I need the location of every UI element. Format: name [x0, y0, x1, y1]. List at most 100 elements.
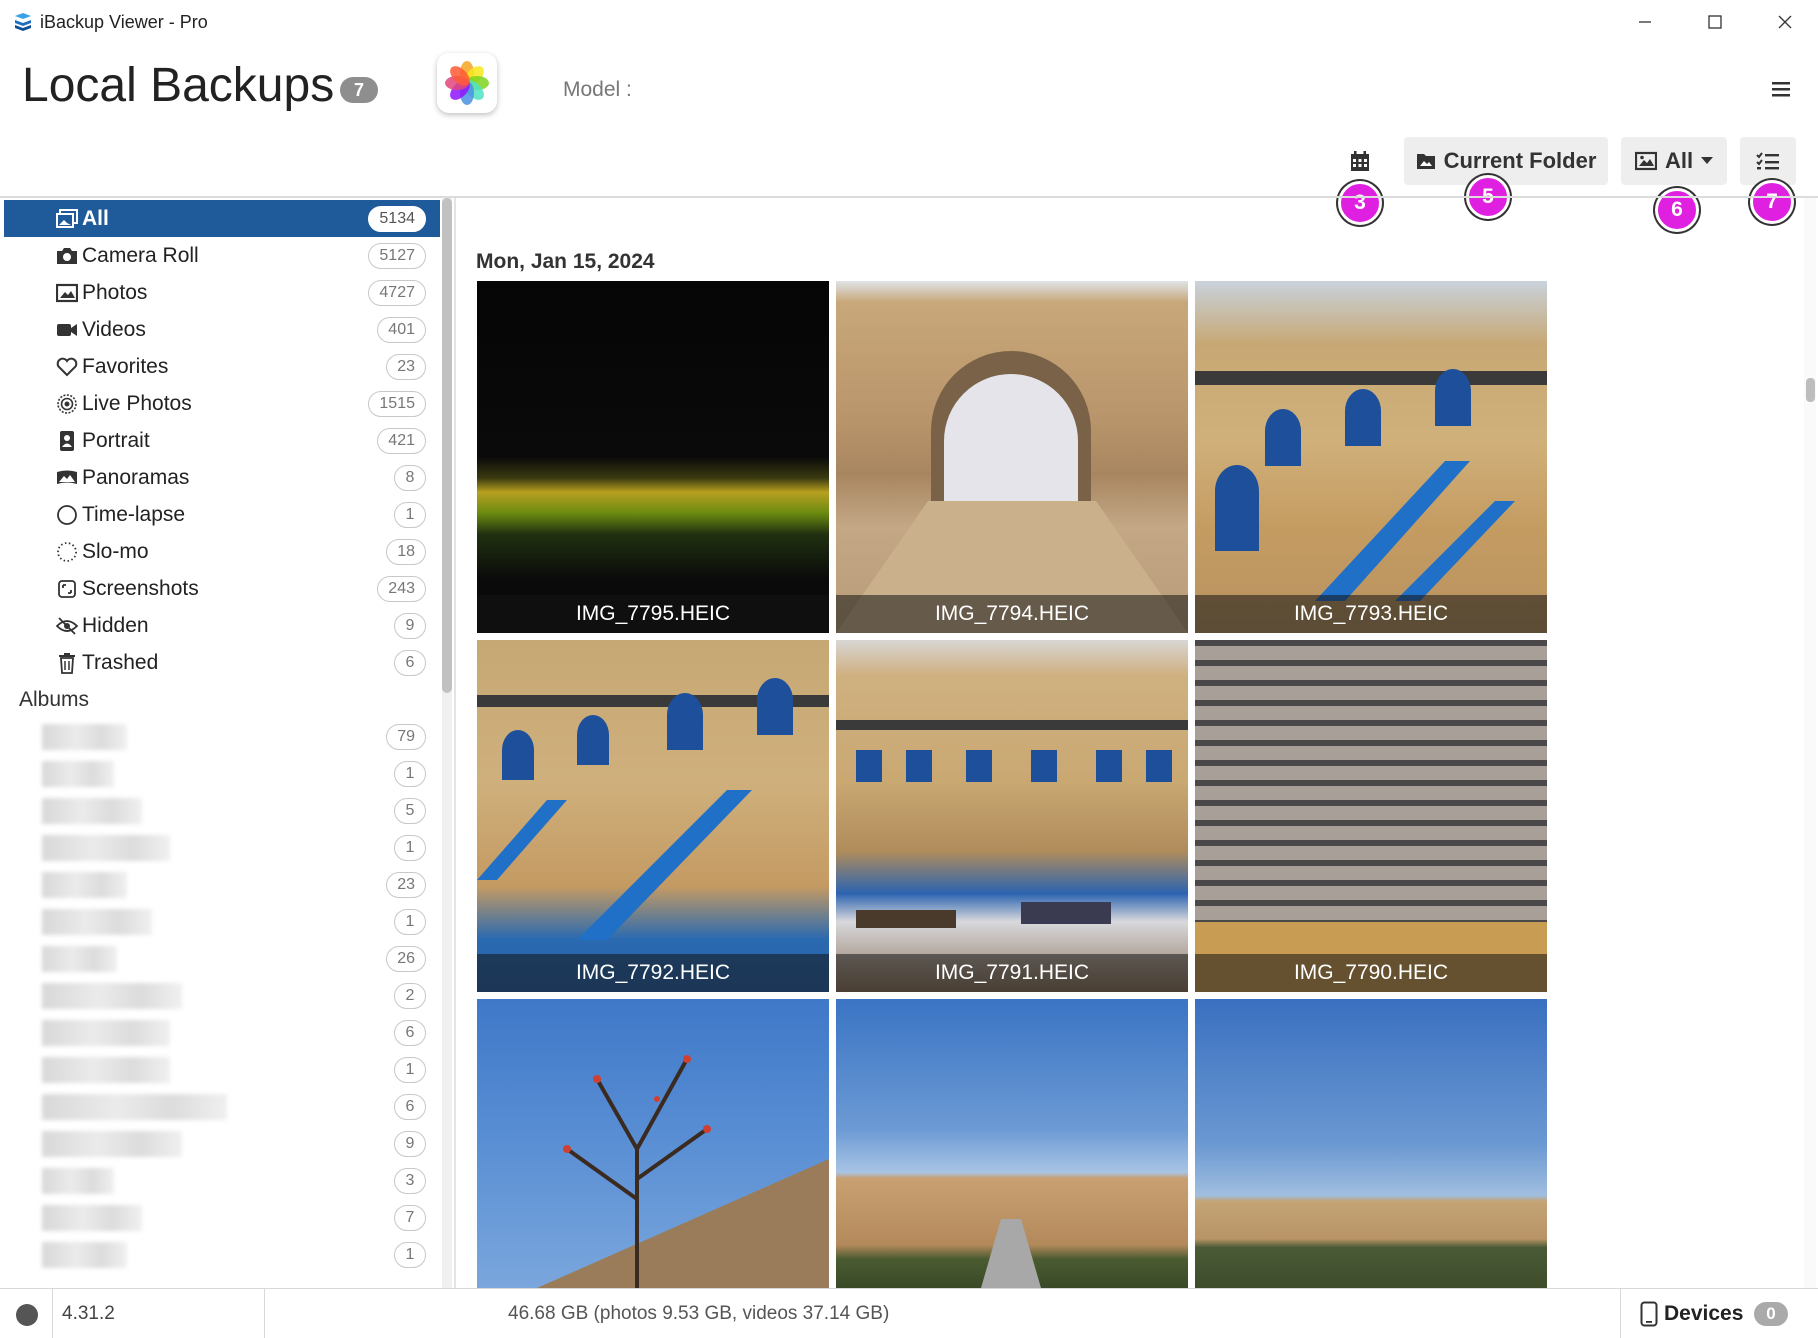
- main-scrollbar-thumb[interactable]: [1806, 378, 1815, 402]
- sidebar-item-time-lapse[interactable]: Time-lapse 1: [4, 496, 440, 533]
- photo-thumbnail[interactable]: [477, 999, 829, 1288]
- minimize-button[interactable]: [1610, 0, 1680, 44]
- devices-count-badge: 0: [1754, 1302, 1788, 1326]
- caret-down-icon: [1701, 157, 1714, 164]
- main-scrollbar-track[interactable]: [1804, 198, 1816, 1288]
- album-item[interactable]: 9: [4, 1125, 440, 1162]
- sidebar-item-label: Favorites: [82, 355, 169, 378]
- heart-icon: [56, 356, 78, 378]
- sidebar-item-screenshots[interactable]: Screenshots 243: [4, 570, 440, 607]
- sidebar-item-hidden[interactable]: Hidden 9: [4, 607, 440, 644]
- timelapse-icon: [56, 504, 78, 526]
- sidebar-item-favorites[interactable]: Favorites 23: [4, 348, 440, 385]
- album-item[interactable]: 1: [4, 829, 440, 866]
- photo-thumbnail[interactable]: IMG_7795.HEIC: [477, 281, 829, 633]
- storage-summary: 46.68 GB (photos 9.53 GB, videos 37.14 G…: [508, 1303, 890, 1324]
- photo-thumbnail[interactable]: IMG_7790.HEIC: [1195, 640, 1547, 992]
- portrait-icon: [56, 430, 78, 452]
- archway-photo-graphic: [836, 351, 1188, 633]
- photos-app-icon[interactable]: [437, 53, 497, 113]
- album-item[interactable]: 26: [4, 940, 440, 977]
- photos-flower-icon: [445, 61, 489, 105]
- album-item[interactable]: 3: [4, 1162, 440, 1199]
- count-badge: 9: [394, 1131, 426, 1157]
- photo-thumbnail[interactable]: [1195, 999, 1547, 1288]
- window-title: iBackup Viewer - Pro: [40, 12, 208, 32]
- page-title: Local Backups: [22, 59, 335, 112]
- title-bar: iBackup Viewer - Pro: [0, 0, 1818, 44]
- album-name-redacted: [42, 761, 114, 787]
- photo-filename: IMG_7792.HEIC: [477, 954, 829, 992]
- album-name-redacted: [42, 835, 170, 861]
- calendar-button[interactable]: [1340, 137, 1380, 185]
- album-item[interactable]: 79: [4, 718, 440, 755]
- album-item[interactable]: 1: [4, 1051, 440, 1088]
- sidebar-item-photos[interactable]: Photos 4727: [4, 274, 440, 311]
- sidebar-item-label: Live Photos: [82, 392, 192, 415]
- all-photos-icon: [56, 208, 78, 230]
- album-item[interactable]: 6: [4, 1088, 440, 1125]
- close-button[interactable]: [1750, 0, 1818, 44]
- count-badge: 6: [394, 650, 426, 676]
- sidebar-item-camera-roll[interactable]: Camera Roll 5127: [4, 237, 440, 274]
- count-badge: 5127: [368, 243, 426, 269]
- close-icon: [1778, 15, 1792, 29]
- album-item[interactable]: 7: [4, 1199, 440, 1236]
- camera-icon: [56, 245, 78, 267]
- album-name-redacted: [42, 872, 127, 898]
- photo-thumbnail[interactable]: IMG_7794.HEIC: [836, 281, 1188, 633]
- count-badge: 5: [394, 798, 426, 824]
- photo-thumbnail[interactable]: IMG_7791.HEIC: [836, 640, 1188, 992]
- sidebar-item-slo-mo[interactable]: Slo-mo 18: [4, 533, 440, 570]
- photo-thumbnail[interactable]: IMG_7793.HEIC: [1195, 281, 1547, 633]
- status-bar: 4.31.2 46.68 GB (photos 9.53 GB, videos …: [0, 1288, 1818, 1338]
- album-item[interactable]: 1: [4, 1236, 440, 1273]
- count-badge: 2: [394, 983, 426, 1009]
- sidebar-item-panoramas[interactable]: Panoramas 8: [4, 459, 440, 496]
- count-badge: 6: [394, 1094, 426, 1120]
- ibackup-logo-icon: [15, 13, 31, 31]
- courtyard-photo-graphic: [836, 720, 1188, 928]
- status-indicator-icon: [16, 1304, 38, 1326]
- maximize-button[interactable]: [1680, 0, 1750, 44]
- album-item[interactable]: 1: [4, 903, 440, 940]
- count-badge: 18: [386, 539, 426, 565]
- sidebar-divider: [454, 198, 456, 1288]
- count-badge: 9: [394, 613, 426, 639]
- album-item[interactable]: 23: [4, 866, 440, 903]
- sidebar-item-portrait[interactable]: Portrait 421: [4, 422, 440, 459]
- sidebar-item-all[interactable]: All 5134: [4, 200, 440, 237]
- slomo-icon: [56, 541, 78, 563]
- current-folder-button[interactable]: Current Folder: [1404, 137, 1608, 185]
- hamburger-menu-button[interactable]: [1768, 74, 1796, 104]
- app-window: iBackup Viewer - Pro Local Backups 7 Mod…: [0, 0, 1818, 1338]
- album-name-redacted: [42, 983, 182, 1009]
- panorama-icon: [56, 467, 78, 489]
- live-photo-icon: [56, 393, 78, 415]
- albums-section-header: Albums: [19, 688, 90, 711]
- sidebar-item-label: Screenshots: [82, 577, 199, 600]
- photo-filename: IMG_7791.HEIC: [836, 954, 1188, 992]
- view-options-button[interactable]: [1740, 137, 1796, 185]
- filter-label: All: [1664, 148, 1694, 173]
- devices-button[interactable]: Devices: [1664, 1302, 1743, 1326]
- album-item[interactable]: 1: [4, 755, 440, 792]
- count-badge: 5134: [368, 206, 426, 232]
- sidebar-item-trashed[interactable]: Trashed 6: [4, 644, 440, 681]
- sidebar-item-live-photos[interactable]: Live Photos 1515: [4, 385, 440, 422]
- date-group-header: Mon, Jan 15, 2024: [476, 250, 655, 273]
- sidebar-item-label: Camera Roll: [82, 244, 199, 267]
- album-item[interactable]: 6: [4, 1014, 440, 1051]
- status-separator: [52, 1289, 53, 1338]
- photo-thumbnail[interactable]: IMG_7792.HEIC: [477, 640, 829, 992]
- sidebar-scrollbar-thumb[interactable]: [442, 198, 452, 693]
- sidebar-item-label: Photos: [82, 281, 148, 304]
- sidebar-item-videos[interactable]: Videos 401: [4, 311, 440, 348]
- model-label: Model :: [563, 78, 632, 101]
- photo-thumbnail[interactable]: [836, 999, 1188, 1288]
- album-item[interactable]: 2: [4, 977, 440, 1014]
- album-item[interactable]: 5: [4, 792, 440, 829]
- album-name-redacted: [42, 1205, 142, 1231]
- screenshot-icon: [56, 578, 78, 600]
- filter-dropdown[interactable]: All: [1621, 137, 1727, 185]
